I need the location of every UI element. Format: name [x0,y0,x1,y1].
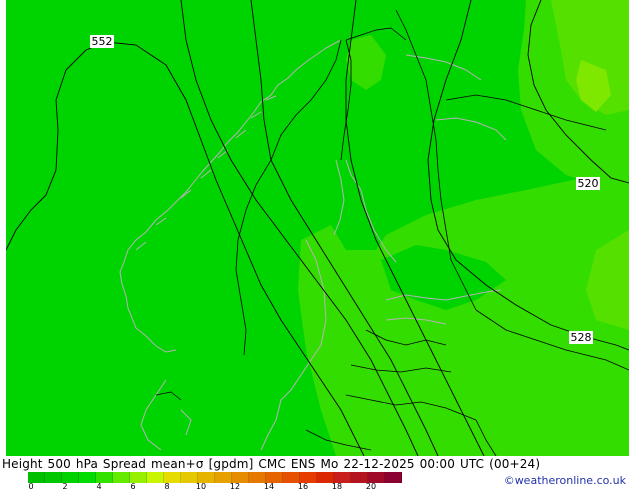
color-scale-swatch [113,472,130,483]
color-scale-swatch [385,472,402,483]
color-scale-swatch [45,472,62,483]
contour-label-528: 528 [571,331,592,344]
color-scale-swatch [147,472,164,483]
map-footer: Height 500 hPa Spread mean+σ [gpdm] CMC … [0,456,634,491]
map-title: Height 500 hPa Spread mean+σ [gpdm] CMC … [2,457,541,471]
color-scale-swatch [79,472,96,483]
contour-label-520: 520 [578,177,599,190]
contour-label-552: 552 [92,35,113,48]
color-scale-bar [28,472,402,483]
site-credit[interactable]: ©weatheronline.co.uk [504,474,626,487]
weather-map: 552 520 528 [6,0,629,456]
